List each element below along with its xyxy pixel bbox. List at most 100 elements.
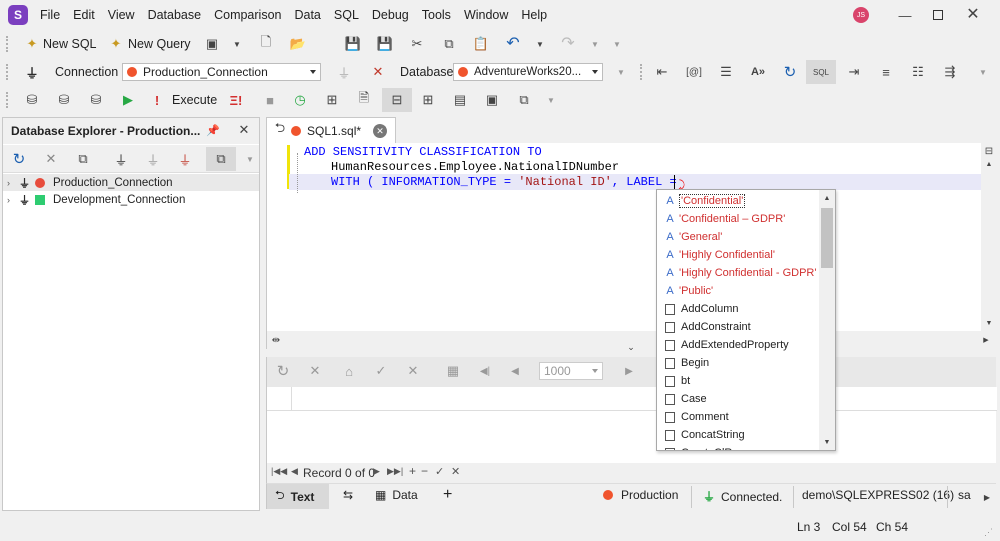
chevron-down-icon[interactable]: ▼ — [535, 36, 545, 52]
refresh-icon[interactable]: ↻ — [11, 151, 27, 168]
next-page-icon[interactable]: ▶ — [621, 363, 637, 379]
maximize-icon[interactable] — [928, 5, 948, 25]
autocomplete-item[interactable]: CreateClRows... — [657, 444, 819, 450]
filter-icon[interactable]: ⧉ — [206, 147, 236, 171]
execute-current-icon[interactable]: Ξ! — [228, 92, 244, 108]
autocomplete-scrollbar[interactable]: ▲ ▼ — [819, 190, 835, 450]
new-connection-icon[interactable]: ⏚ — [113, 151, 129, 168]
connect-icon[interactable]: ⏚ — [145, 151, 161, 168]
autocomplete-item[interactable]: AddExtendedProperty — [657, 336, 819, 354]
document-tab[interactable]: ⮌ SQL1.sql* ✕ — [266, 117, 396, 143]
db-icon-1[interactable]: ⛁ — [24, 92, 40, 108]
chart-icon[interactable]: ▤ — [452, 92, 468, 108]
autocomplete-item[interactable]: Comment — [657, 408, 819, 426]
toolbar-overflow-icon[interactable]: ▼ — [612, 36, 622, 52]
menu-item-debug[interactable]: Debug — [372, 8, 409, 22]
nav-first-icon[interactable]: |◀◀ — [271, 466, 287, 477]
execute-button[interactable]: Execute — [172, 93, 217, 107]
chevron-down-icon[interactable]: ▼ — [245, 151, 255, 167]
table-icon[interactable]: ⌂ — [341, 363, 357, 379]
disconnect-icon[interactable]: ⏚ — [177, 151, 193, 168]
add-tab-button[interactable]: + — [443, 486, 452, 504]
scroll-thumb[interactable] — [821, 208, 833, 268]
nav-prev-icon[interactable]: ◀ — [291, 466, 298, 477]
split-icon[interactable]: ⊟ — [981, 143, 997, 159]
toolbar-grip[interactable] — [6, 92, 9, 108]
chevron-down-icon[interactable]: ▼ — [546, 92, 556, 108]
editor-hscroll[interactable]: ⇹ ▶ ⌄ — [266, 331, 996, 352]
tab-text[interactable]: ⮌ Text — [267, 484, 329, 509]
layout-icon[interactable]: ⊞ — [420, 92, 436, 108]
image-icon[interactable]: ▣ — [484, 92, 500, 108]
toolbar-grip[interactable] — [6, 64, 9, 80]
menu-item-file[interactable]: File — [40, 8, 60, 22]
menu-item-view[interactable]: View — [108, 8, 135, 22]
wrap-icon[interactable]: ⇶ — [942, 64, 958, 80]
menu-item-database[interactable]: Database — [148, 8, 202, 22]
autocomplete-item[interactable]: Begin — [657, 354, 819, 372]
menu-item-edit[interactable]: Edit — [73, 8, 95, 22]
case-icon[interactable]: A» — [750, 64, 766, 80]
scroll-down-icon[interactable]: ▼ — [819, 436, 835, 448]
new-file-icon[interactable]: 🗋 — [258, 34, 274, 52]
nav-last-icon[interactable]: ▶▶| — [387, 466, 403, 477]
cut-icon[interactable]: ✂ — [409, 36, 425, 52]
close-tab-icon[interactable]: ✕ — [373, 124, 387, 138]
menu-item-comparison[interactable]: Comparison — [214, 8, 281, 22]
undo-icon[interactable]: ↶ — [505, 35, 521, 52]
tree-item-connection[interactable]: › ⏚ Development_Connection — [3, 191, 259, 208]
discard-icon[interactable]: ✕ — [405, 363, 421, 379]
expand-chevron-icon[interactable]: › — [7, 195, 19, 205]
copy-icon[interactable]: ⧉ — [441, 36, 457, 52]
nav-cancel-icon[interactable]: ✕ — [451, 465, 460, 478]
new-sql-button[interactable]: New SQL — [43, 37, 97, 51]
autocomplete-item[interactable]: A 'Highly Confidential - GDPR' — [657, 264, 819, 282]
toolbar-grip[interactable] — [640, 64, 643, 80]
splitter-chevron-icon[interactable]: ⌄ — [625, 342, 637, 352]
menu-item-tools[interactable]: Tools — [422, 8, 451, 22]
toolbar-overflow-icon[interactable]: ▼ — [978, 64, 988, 80]
grid-icon[interactable]: ▦ — [445, 363, 461, 379]
autocomplete-item[interactable]: AddConstraint — [657, 318, 819, 336]
menu-item-help[interactable]: Help — [521, 8, 547, 22]
menu-item-sql[interactable]: SQL — [334, 8, 359, 22]
minimize-icon[interactable]: — — [895, 5, 915, 25]
list-icon[interactable]: ☷ — [910, 64, 926, 80]
nav-add-icon[interactable]: + — [409, 464, 416, 478]
save-icon[interactable]: 💾 — [345, 36, 361, 52]
redo-icon[interactable]: ↷ — [560, 35, 576, 52]
connection-select[interactable]: Production_Connection — [122, 63, 321, 81]
tree-item-connection[interactable]: › ⏚ Production_Connection — [3, 174, 259, 191]
stop-icon[interactable]: ■ — [262, 92, 278, 108]
outdent-icon[interactable]: ⇥ — [846, 64, 862, 80]
refresh-icon[interactable]: ↻ — [782, 64, 798, 81]
database-select[interactable]: AdventureWorks20... — [453, 63, 603, 81]
scroll-up-icon[interactable]: ▲ — [981, 159, 997, 169]
autocomplete-item[interactable]: A 'General' — [657, 228, 819, 246]
db-icon-3[interactable]: ⛁ — [88, 92, 104, 108]
autocomplete-item[interactable]: AddColumn — [657, 300, 819, 318]
align-icon[interactable]: ≡ — [878, 64, 894, 80]
tab-data[interactable]: ▦ Data — [375, 488, 418, 502]
expand-chevron-icon[interactable]: › — [7, 178, 19, 188]
pin-icon[interactable]: 📌 — [206, 123, 220, 137]
refresh-icon[interactable]: ↻ — [275, 363, 291, 380]
autocomplete-item[interactable]: A 'Public' — [657, 282, 819, 300]
grid-view-icon[interactable]: ⊟ — [382, 88, 412, 112]
play-icon[interactable]: ▶ — [120, 92, 136, 108]
windows-icon[interactable]: ⧉ — [516, 92, 532, 108]
history-icon[interactable]: ◷ — [292, 92, 308, 108]
toolbar-overflow-icon[interactable]: ▼ — [616, 64, 626, 80]
status-overflow-icon[interactable]: ▶ — [981, 490, 993, 504]
scroll-right-icon[interactable]: ▶ — [979, 333, 993, 347]
paste-icon[interactable]: 📋 — [473, 36, 489, 52]
query-plan-icon[interactable]: ⊞ — [324, 92, 340, 108]
split-horizontal-icon[interactable]: ⇹ — [269, 333, 283, 347]
user-avatar[interactable]: JS — [853, 7, 869, 23]
menu-item-data[interactable]: Data — [294, 8, 320, 22]
sql-format-icon[interactable]: SQL — [806, 60, 836, 84]
new-query-button[interactable]: New Query — [128, 37, 191, 51]
menu-item-window[interactable]: Window — [464, 8, 508, 22]
scroll-up-icon[interactable]: ▲ — [819, 192, 835, 204]
cancel-icon[interactable]: ✕ — [307, 363, 323, 379]
